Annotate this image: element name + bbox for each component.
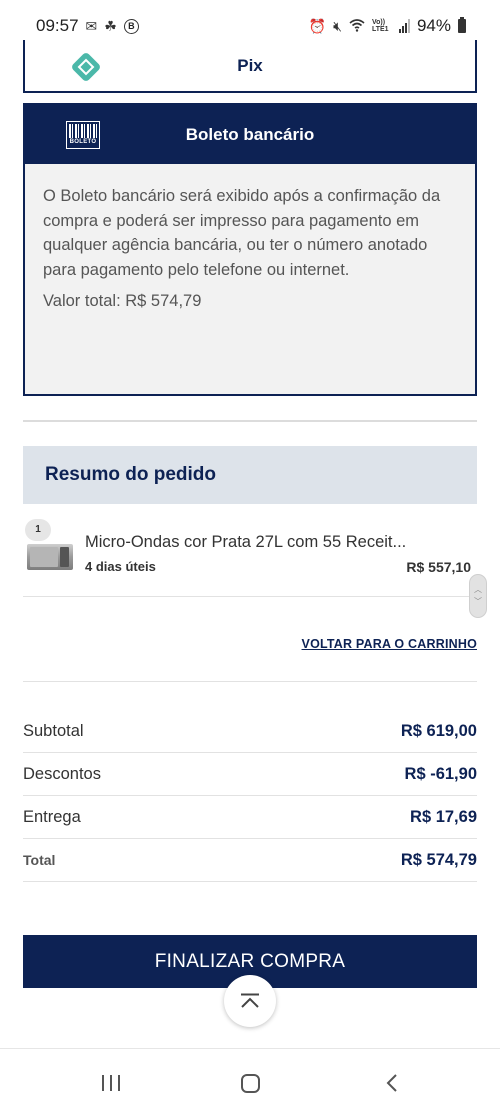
scroll-handle[interactable]: ︿ ﹀ [469,574,487,618]
pix-payment-option[interactable]: Pix [23,40,477,93]
quantity-badge: 1 [25,519,51,541]
mute-icon: 🔇︎ [333,17,342,34]
notification-app-icon: ☘ [104,17,117,34]
total-row: Total R$ 574,79 [23,839,477,882]
boleto-title: Boleto bancário [185,125,315,144]
boleto-total: Valor total: R$ 574,79 [43,292,202,310]
boleto-payment-option[interactable]: BOLETO Boleto bancário O Boleto bancário… [23,103,477,396]
totals-divider [23,681,477,682]
product-price: R$ 557,10 [406,559,471,575]
product-image [27,544,73,570]
battery-icon [458,17,466,33]
item-divider [23,596,477,597]
network-label: Vo)) LTE1 [371,19,389,33]
status-right: ⏰ 🔇︎ Vo)) LTE1 94% [309,16,466,36]
back-icon[interactable] [384,1073,400,1093]
notification-b-icon: B [123,18,139,34]
recents-icon[interactable] [102,1075,120,1091]
alarm-icon: ⏰ [308,17,327,34]
chevron-down-icon: ﹀ [474,597,482,606]
total-value: R$ 574,79 [400,850,477,869]
delivery-time: 4 dias úteis [85,559,156,574]
discounts-label: Descontos [23,764,101,783]
chevron-up-top-icon [241,993,259,1008]
product-name: Micro-Ondas cor Prata 27L com 55 Receit.… [85,533,407,551]
discounts-row: Descontos R$ -61,90 [23,753,477,796]
delivery-row: Entrega R$ 17,69 [23,796,477,839]
status-left: 09:57 ✉ ☘ B [36,16,139,36]
order-summary-header: Resumo do pedido [23,446,477,504]
system-nav-bar [0,1048,500,1111]
notification-mail-icon: ✉ [85,17,98,34]
chevron-up-icon: ︿ [474,585,482,594]
status-time: 09:57 [36,16,79,35]
boleto-body: O Boleto bancário será exibido após a co… [25,164,475,314]
delivery-value: R$ 17,69 [410,807,477,826]
list-item: 1 Micro-Ondas cor Prata 27L com 55 Recei… [23,517,477,597]
scroll-to-top-button[interactable] [224,975,276,1027]
battery-percent: 94% [416,16,451,35]
back-to-cart-link[interactable]: VOLTAR PARA O CARRINHO [302,637,477,651]
subtotal-label: Subtotal [23,721,84,740]
boleto-header[interactable]: BOLETO Boleto bancário [25,105,475,164]
boleto-description: O Boleto bancário será exibido após a co… [43,187,441,279]
pix-label: Pix [237,56,263,75]
total-label: Total [23,852,56,868]
order-totals: Subtotal R$ 619,00 Descontos R$ -61,90 E… [23,710,477,882]
subtotal-value: R$ 619,00 [400,721,477,740]
signal-icon [398,19,410,33]
home-icon[interactable] [241,1074,260,1093]
delivery-label: Entrega [23,807,81,826]
order-summary-title: Resumo do pedido [45,464,216,485]
section-divider [23,420,477,422]
wifi-icon [349,18,365,35]
discounts-value: R$ -61,90 [404,764,477,783]
subtotal-row: Subtotal R$ 619,00 [23,710,477,753]
